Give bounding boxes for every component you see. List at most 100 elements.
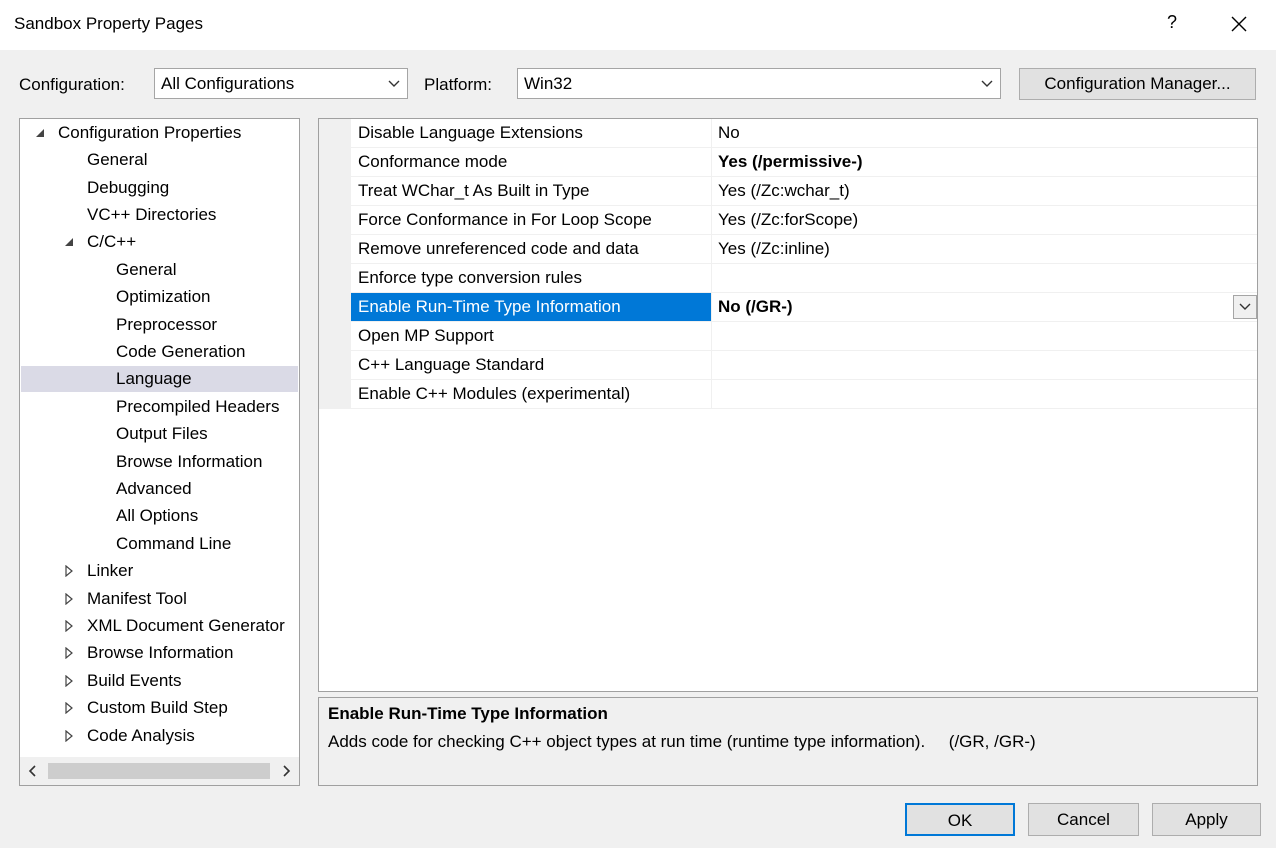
property-name: Open MP Support	[358, 326, 494, 345]
property-name: C++ Language Standard	[358, 355, 545, 374]
tree-item-label: Custom Build Step	[87, 698, 228, 717]
tree-item-language[interactable]: Language	[21, 366, 298, 392]
tree-item-xml-document-generator[interactable]: XML Document Generator	[20, 613, 299, 639]
tree-item-optimization[interactable]: Optimization	[20, 284, 299, 310]
property-value: Yes (/Zc:inline)	[711, 235, 1257, 263]
tree-item-browse-information-top[interactable]: Browse Information	[20, 640, 299, 666]
tree-item-build-events[interactable]: Build Events	[20, 668, 299, 694]
tree-item-cpp-general[interactable]: General	[20, 257, 299, 283]
platform-value: Win32	[524, 74, 573, 93]
property-name: Enable Run-Time Type Information	[351, 293, 711, 321]
platform-combo[interactable]: Win32	[517, 68, 1001, 99]
tree-item-label: Preprocessor	[116, 315, 218, 334]
description-panel: Enable Run-Time Type Information Adds co…	[318, 697, 1258, 786]
value-dropdown-button[interactable]	[1233, 295, 1257, 319]
expanded-arrow-icon	[65, 238, 73, 246]
configuration-value: All Configurations	[161, 74, 295, 93]
tree-item-custom-build-step[interactable]: Custom Build Step	[20, 695, 299, 721]
property-value: Yes (/permissive-)	[711, 148, 1257, 176]
ok-button[interactable]: OK	[905, 803, 1015, 836]
property-name: Enforce type conversion rules	[358, 268, 582, 287]
property-name: Enable C++ Modules (experimental)	[358, 384, 631, 403]
tree-item-label: XML Document Generator	[87, 616, 285, 635]
tree-item-label: Code Analysis	[87, 726, 195, 745]
tree-item-configuration-properties[interactable]: Configuration Properties	[20, 120, 299, 146]
tree-item-label: Browse Information	[87, 643, 234, 662]
property-tree: Configuration Properties General Debuggi…	[19, 118, 300, 786]
configuration-manager-button[interactable]: Configuration Manager...	[1019, 68, 1256, 100]
property-name: Force Conformance in For Loop Scope	[358, 210, 652, 229]
property-value: Yes (/Zc:forScope)	[711, 206, 1257, 234]
property-row[interactable]: C++ Language Standard	[351, 351, 1257, 380]
tree-item-label: Build Events	[87, 671, 182, 690]
description-title: Enable Run-Time Type Information	[328, 704, 608, 723]
property-row[interactable]: Treat WChar_t As Built in Type Yes (/Zc:…	[351, 177, 1257, 206]
tree-item-advanced[interactable]: Advanced	[20, 476, 299, 502]
configuration-combo[interactable]: All Configurations	[154, 68, 408, 99]
help-button[interactable]: ?	[1160, 12, 1184, 33]
property-row[interactable]: Open MP Support	[351, 322, 1257, 351]
property-row[interactable]: Disable Language Extensions No	[351, 119, 1257, 148]
tree-item-label: Language	[116, 369, 192, 388]
apply-button[interactable]: Apply	[1152, 803, 1261, 836]
collapsed-arrow-icon	[65, 593, 73, 605]
tree-item-label: Output Files	[116, 424, 208, 443]
tree-item-label: Precompiled Headers	[116, 397, 280, 416]
tree-item-label: C/C++	[87, 232, 137, 251]
property-row[interactable]: Remove unreferenced code and data Yes (/…	[351, 235, 1257, 264]
property-row-selected[interactable]: Enable Run-Time Type Information No (/GR…	[351, 293, 1257, 322]
scroll-right-icon[interactable]	[279, 764, 293, 778]
tree-item-label: All Options	[116, 506, 199, 525]
property-row[interactable]: Enable C++ Modules (experimental)	[351, 380, 1257, 409]
tree-item-code-generation[interactable]: Code Generation	[20, 339, 299, 365]
tree-item-label: Debugging	[87, 178, 170, 197]
grid-margin	[319, 119, 351, 409]
property-row[interactable]: Conformance mode Yes (/permissive-)	[351, 148, 1257, 177]
close-icon	[1231, 16, 1247, 32]
tree-item-output-files[interactable]: Output Files	[20, 421, 299, 447]
property-value: Yes (/Zc:wchar_t)	[711, 177, 1257, 205]
tree-item-linker[interactable]: Linker	[20, 558, 299, 584]
property-value	[711, 351, 1257, 379]
tree-item-label: Manifest Tool	[87, 589, 187, 608]
horizontal-scrollbar[interactable]	[20, 757, 299, 785]
tree-item-label: Command Line	[116, 534, 232, 553]
collapsed-arrow-icon	[65, 675, 73, 687]
property-row[interactable]: Enforce type conversion rules	[351, 264, 1257, 293]
property-value[interactable]: No (/GR-)	[711, 293, 1257, 321]
tree-item-preprocessor[interactable]: Preprocessor	[20, 312, 299, 338]
tree-item-all-options[interactable]: All Options	[20, 503, 299, 529]
tree-item-label: VC++ Directories	[87, 205, 217, 224]
tree-item-label: Advanced	[116, 479, 192, 498]
configuration-label: Configuration:	[19, 75, 125, 94]
scrollbar-thumb[interactable]	[48, 763, 270, 779]
cancel-button[interactable]: Cancel	[1028, 803, 1139, 836]
tree-item-vc-directories[interactable]: VC++ Directories	[20, 202, 299, 228]
tree-item-label: Code Generation	[116, 342, 246, 361]
tree-item-browse-information[interactable]: Browse Information	[20, 449, 299, 475]
tree-item-c-cpp[interactable]: C/C++	[20, 229, 299, 255]
window-title: Sandbox Property Pages	[14, 14, 204, 33]
tree-item-code-analysis[interactable]: Code Analysis	[20, 723, 299, 749]
tree-item-precompiled-headers[interactable]: Precompiled Headers	[20, 394, 299, 420]
tree-item-debugging[interactable]: Debugging	[20, 175, 299, 201]
scroll-left-icon[interactable]	[26, 764, 40, 778]
property-name: Remove unreferenced code and data	[358, 239, 639, 258]
tree-item-general[interactable]: General	[20, 147, 299, 173]
title-bar: Sandbox Property Pages ?	[0, 0, 1276, 50]
tree-item-label: Linker	[87, 561, 134, 580]
tree-item-command-line[interactable]: Command Line	[20, 531, 299, 557]
tree-item-label: Browse Information	[116, 452, 263, 471]
property-row[interactable]: Force Conformance in For Loop Scope Yes …	[351, 206, 1257, 235]
chevron-down-icon	[388, 80, 400, 87]
tree-item-manifest-tool[interactable]: Manifest Tool	[20, 586, 299, 612]
property-value	[711, 322, 1257, 350]
tree-item-label: Optimization	[116, 287, 211, 306]
property-value: No	[711, 119, 1257, 147]
tree-item-label: Configuration Properties	[58, 123, 242, 142]
property-grid: Disable Language Extensions No Conforman…	[318, 118, 1258, 692]
collapsed-arrow-icon	[65, 620, 73, 632]
collapsed-arrow-icon	[65, 730, 73, 742]
close-button[interactable]	[1222, 6, 1256, 42]
collapsed-arrow-icon	[65, 647, 73, 659]
